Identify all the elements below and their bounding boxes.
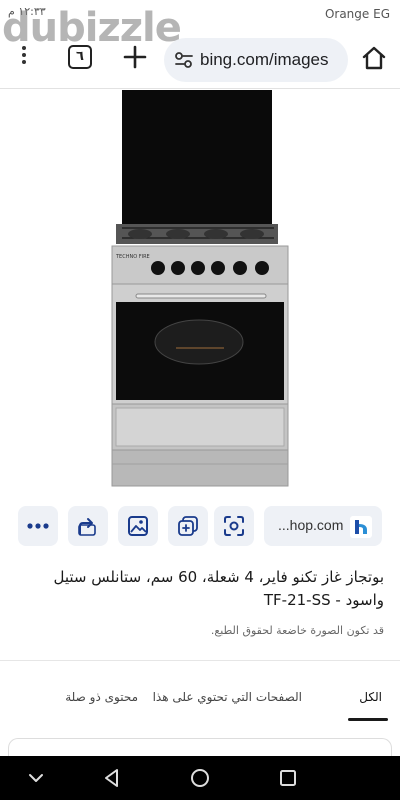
share-button[interactable] (68, 506, 108, 546)
tab-pages-with-this[interactable]: الصفحات التي تحتوي على هذا (153, 690, 302, 704)
result-tabs: الكل الصفحات التي تحتوي على هذا محتوى ذو… (0, 676, 400, 724)
new-tab-icon[interactable] (122, 44, 148, 70)
source-link-button[interactable]: ...hop.com (264, 506, 382, 546)
content-card (8, 738, 392, 758)
site-settings-icon[interactable] (174, 51, 194, 69)
tab-all[interactable]: الكل (359, 690, 382, 704)
add-to-collection-button[interactable] (168, 506, 208, 546)
tab-switcher-button[interactable]: ٦ (68, 45, 92, 69)
address-bar[interactable]: bing.com/images (164, 38, 348, 82)
recents-icon[interactable] (276, 766, 300, 790)
lens-icon (224, 516, 244, 536)
home-nav-icon[interactable] (188, 766, 212, 790)
visual-search-icon (128, 516, 148, 536)
section-divider (0, 660, 400, 661)
system-navigation-bar (0, 756, 400, 800)
brand-label: TECHNO FIRE (115, 254, 150, 260)
result-title[interactable]: بوتجاز غاز تكنو فاير، 4 شعلة، 60 سم، ستا… (14, 566, 384, 612)
tab-related-content[interactable]: محتوى ذو صلة (65, 690, 138, 704)
active-tab-indicator (348, 718, 388, 721)
lens-search-button[interactable] (214, 506, 254, 546)
url-text: bing.com/images (200, 50, 329, 69)
product-image[interactable]: TECHNO FIRE (100, 90, 300, 490)
source-domain: ...hop.com (278, 517, 344, 533)
add-collection-icon (178, 516, 198, 536)
share-icon (78, 518, 96, 536)
carrier-label: Orange EG (324, 7, 390, 21)
back-icon[interactable] (100, 766, 124, 790)
more-icon (27, 523, 49, 529)
source-favicon-icon (350, 516, 372, 538)
browser-toolbar: ٦ bing.com/images (0, 34, 400, 84)
copyright-notice: قد تكون الصورة خاضعة لحقوق الطبع. (210, 624, 384, 637)
image-actions-bar: ...hop.com (0, 506, 400, 548)
visual-search-button[interactable] (118, 506, 158, 546)
menu-icon[interactable] (20, 46, 28, 70)
toolbar-divider (0, 88, 400, 89)
more-options-button[interactable] (18, 506, 58, 546)
home-icon[interactable] (360, 44, 388, 72)
keyboard-hide-icon[interactable] (24, 766, 48, 790)
